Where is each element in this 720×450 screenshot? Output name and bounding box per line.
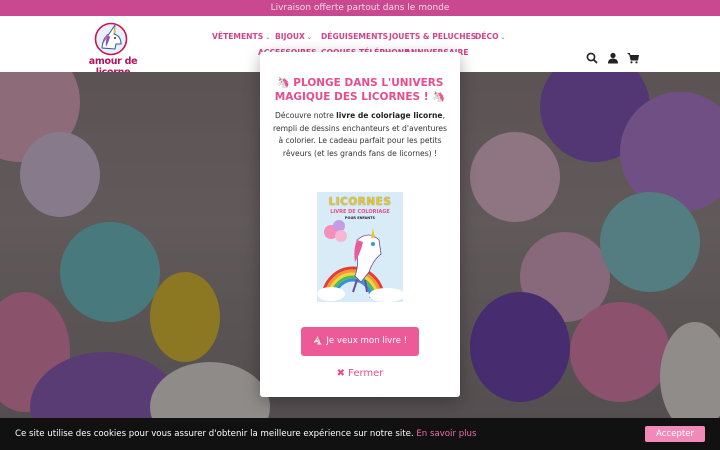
cookie-learn-more-link[interactable]: En savoir plus (416, 429, 476, 439)
announcement-text: Livraison offerte partout dans le monde (270, 3, 450, 13)
cookie-banner: Ce site utilise des cookies pour vous as… (0, 418, 720, 450)
modal-body: Découvre notre livre de coloriage licorn… (272, 110, 448, 160)
coloring-book-image: LICORNES LIVRE DE COLORIAGE POUR ENFANTS (317, 192, 403, 302)
nav-item-bijoux[interactable]: BIJOUX ⌄ (275, 32, 312, 41)
nav-item-label: VÊTEMENTS (212, 32, 264, 41)
cookie-text-wrap: Ce site utilise des cookies pour vous as… (15, 429, 476, 439)
nav-item-label: BIJOUX (275, 32, 305, 41)
nav-item-label: JOUETS & PELUCHES (389, 32, 477, 41)
nav-item-jouets-peluches[interactable]: JOUETS & PELUCHES (389, 32, 476, 41)
user-icon[interactable] (607, 52, 619, 64)
modal-body-prefix: Découvre notre (275, 111, 337, 120)
nav-item-label: DÉCO (475, 32, 499, 41)
accept-cookies-button[interactable]: Accepter (645, 426, 705, 442)
nav-item-deco[interactable]: DÉCO ⌄ (475, 32, 506, 41)
unicorn-illustration-icon (317, 220, 403, 302)
modal-title: 🦄 PLONGE DANS L'UNIVERS MAGIQUE DES LICO… (274, 77, 446, 103)
unicorn-logo-icon (94, 22, 128, 56)
nav-item-deguisements[interactable]: DÉGUISEMENTS (321, 32, 388, 41)
book-subtitle: LIVRE DE COLORIAGE (330, 209, 390, 215)
cookie-message: Ce site utilise des cookies pour vous as… (15, 429, 414, 439)
close-modal-button[interactable]: ✖ Fermer (260, 368, 460, 379)
popup-modal: 🦄 PLONGE DANS L'UNIVERS MAGIQUE DES LICO… (260, 52, 460, 397)
get-book-button[interactable]: 🦄 Je veux mon livre ! (301, 327, 419, 356)
nav-item-vetements[interactable]: VÊTEMENTS ⌄ (212, 32, 270, 41)
search-icon[interactable] (586, 52, 598, 64)
chevron-down-icon: ⌄ (500, 34, 506, 41)
announcement-bar: Livraison offerte partout dans le monde (0, 0, 720, 16)
cart-icon[interactable] (627, 52, 639, 64)
chevron-down-icon: ⌄ (265, 34, 271, 41)
logo[interactable]: amour de licorne (72, 22, 154, 78)
modal-body-highlight: livre de coloriage licorne (336, 111, 443, 120)
nav-item-label: DÉGUISEMENTS (321, 32, 389, 41)
book-title: LICORNES (328, 196, 392, 208)
chevron-down-icon: ⌄ (306, 34, 312, 41)
